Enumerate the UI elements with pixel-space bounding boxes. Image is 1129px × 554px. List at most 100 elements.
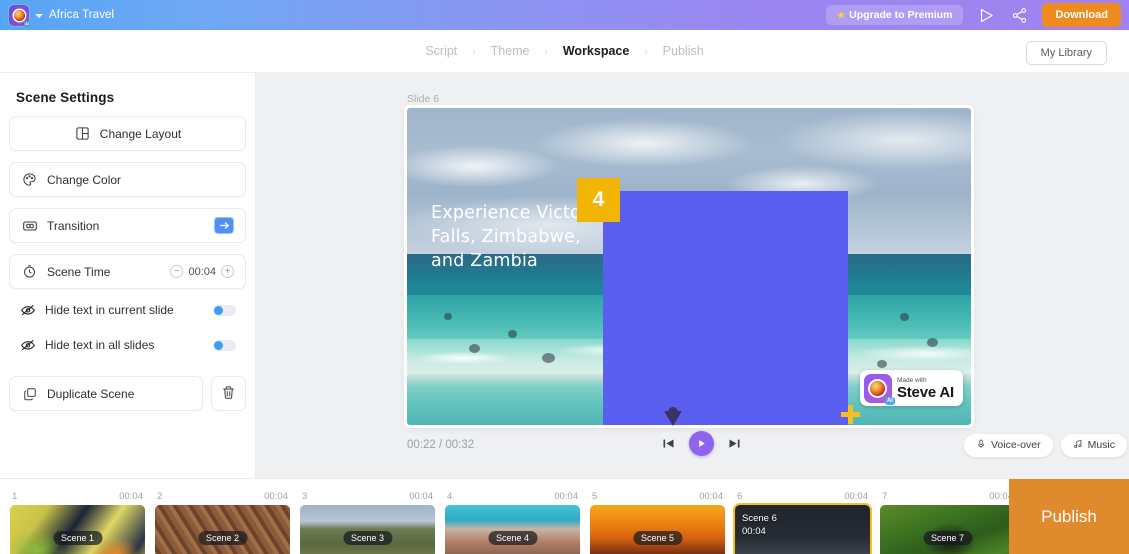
brand-area[interactable]: AI Africa Travel (0, 4, 115, 27)
timeline-scene-6[interactable]: 6 00:04 Scene 6 00:04 (735, 479, 870, 554)
breadcrumb-step-workspace[interactable]: Workspace (563, 44, 629, 58)
chevron-down-icon[interactable] (35, 13, 43, 18)
header-actions: ★ Upgrade to Premium Download (826, 3, 1129, 27)
scene-thumbnail-art (590, 505, 725, 554)
hide-text-all-slides-row[interactable]: Hide text in all slides (9, 331, 246, 359)
steve-ai-watermark: AI Made with Steve AI (859, 370, 963, 406)
hide-text-current-slide-row[interactable]: Hide text in current slide (9, 296, 246, 324)
scene-label: Scene 4 (487, 530, 538, 545)
add-element-plus-icon[interactable] (841, 405, 860, 424)
scene-overlay-title: Scene 6 (742, 513, 777, 524)
canvas-figure (877, 360, 887, 368)
breadcrumb: Script › Theme › Workspace › Publish (425, 44, 703, 58)
scene-timeline[interactable]: 1 00:04 Scene 1 2 00:04 Scene 2 3 00:04 … (0, 478, 1129, 554)
upgrade-to-premium-button[interactable]: ★ Upgrade to Premium (826, 5, 964, 25)
scene-meta: 7 00:04 (880, 491, 1015, 505)
scene-time-stepper: − 00:04 + (170, 265, 234, 278)
scene-overlay-meta: Scene 6 00:04 (742, 512, 777, 538)
scene-meta: 1 00:04 (10, 491, 145, 505)
scene-meta: 3 00:04 (300, 491, 435, 505)
timeline-scene-3[interactable]: 3 00:04 Scene 3 (300, 479, 435, 554)
playhead-marker-icon[interactable] (664, 407, 682, 426)
play-button[interactable] (689, 431, 714, 456)
music-label: Music (1087, 439, 1115, 451)
eye-off-icon (19, 302, 36, 319)
scene-time-row[interactable]: Scene Time − 00:04 + (9, 254, 246, 289)
scene-meta: 2 00:04 (155, 491, 290, 505)
scene-settings-sidebar: Scene Settings Change Layout Change Colo… (0, 73, 256, 478)
scene-label: Scene 1 (52, 530, 103, 545)
steve-ai-logo-icon: AI (863, 373, 895, 405)
delete-scene-button[interactable] (211, 376, 246, 411)
breadcrumb-separator: › (644, 45, 648, 57)
scene-thumbnail[interactable]: Scene 1 (10, 505, 145, 554)
breadcrumb-separator: › (472, 45, 476, 57)
scene-index: 2 (157, 491, 163, 502)
timeline-scene-4[interactable]: 4 00:04 Scene 4 (445, 479, 580, 554)
scene-label: Scene 3 (342, 530, 393, 545)
scene-label: Scene 5 (632, 530, 683, 545)
scene-number-badge: 4 (577, 178, 620, 222)
watermark-brand: Steve AI (896, 383, 954, 401)
project-name: Africa Travel (49, 9, 115, 21)
breadcrumb-separator: › (544, 45, 548, 57)
canvas-figure (508, 330, 517, 338)
change-color-label: Change Color (47, 172, 122, 187)
transition-label: Transition (47, 218, 100, 233)
audio-tools: Voice-over Music (963, 433, 1127, 457)
breadcrumb-step-script[interactable]: Script (425, 44, 457, 58)
breadcrumb-step-publish[interactable]: Publish (663, 44, 704, 58)
watermark-lens (870, 380, 886, 396)
scene-index: 5 (592, 491, 598, 502)
scene-time-increase-button[interactable]: + (221, 265, 234, 278)
duplicate-scene-button[interactable]: Duplicate Scene (9, 376, 203, 411)
publish-button[interactable]: Publish (1009, 479, 1129, 554)
eye-off-icon (19, 337, 36, 354)
transition-preview-swatch[interactable] (214, 217, 234, 234)
scene-thumbnail-selected[interactable]: Scene 6 00:04 (735, 505, 870, 554)
slide-canvas[interactable]: 4 Experience Victoria Falls, Zimbabwe, a… (407, 108, 971, 425)
share-icon[interactable] (1009, 5, 1029, 25)
my-library-button[interactable]: My Library (1025, 41, 1107, 65)
scene-duration: 00:04 (844, 491, 868, 502)
scene-meta: 5 00:04 (590, 491, 725, 505)
scene-time-decrease-button[interactable]: − (170, 265, 184, 278)
timeline-scene-5[interactable]: 5 00:04 Scene 5 (590, 479, 725, 554)
download-button[interactable]: Download (1042, 3, 1121, 27)
music-button[interactable]: Music (1060, 433, 1127, 457)
text-overlay-panel[interactable] (603, 191, 848, 425)
scene-thumbnail[interactable]: Scene 5 (590, 505, 725, 554)
scene-duration: 00:04 (699, 491, 723, 502)
voice-over-button[interactable]: Voice-over (963, 433, 1053, 457)
scene-duration: 00:04 (554, 491, 578, 502)
scene-thumbnail[interactable]: Scene 4 (445, 505, 580, 554)
skip-previous-icon[interactable] (661, 436, 676, 451)
timeline-scene-2[interactable]: 2 00:04 Scene 2 (155, 479, 290, 554)
duplicate-scene-label: Duplicate Scene (47, 386, 135, 401)
skip-next-icon[interactable] (727, 436, 742, 451)
scene-thumbnail[interactable]: Scene 2 (155, 505, 290, 554)
timeline-scene-1[interactable]: 1 00:04 Scene 1 (10, 479, 145, 554)
app-header: AI Africa Travel ★ Upgrade to Premium Do… (0, 0, 1129, 30)
star-icon: ★ (837, 9, 846, 20)
timeline-scene-7[interactable]: 7 00:04 Scene 7 (880, 479, 1015, 554)
hide-text-all-slides-toggle[interactable] (213, 339, 236, 351)
scene-time-value: 00:04 (188, 265, 216, 278)
play-preview-icon[interactable] (976, 5, 996, 25)
hide-text-current-slide-toggle[interactable] (213, 304, 236, 316)
change-color-button[interactable]: Change Color (9, 162, 246, 197)
canvas-figure (444, 313, 452, 320)
logo-lens (13, 9, 25, 21)
scene-index: 4 (447, 491, 453, 502)
change-layout-label: Change Layout (99, 126, 182, 141)
scene-meta: 4 00:04 (445, 491, 580, 505)
scene-thumbnail-art (880, 505, 1015, 554)
palette-icon (21, 171, 38, 188)
scene-thumbnail[interactable]: Scene 3 (300, 505, 435, 554)
scene-thumbnail[interactable]: Scene 7 (880, 505, 1015, 554)
transport-controls (661, 431, 742, 456)
transition-button[interactable]: Transition (9, 208, 246, 243)
breadcrumb-step-theme[interactable]: Theme (491, 44, 530, 58)
music-note-icon (1073, 439, 1083, 452)
change-layout-button[interactable]: Change Layout (9, 116, 246, 151)
